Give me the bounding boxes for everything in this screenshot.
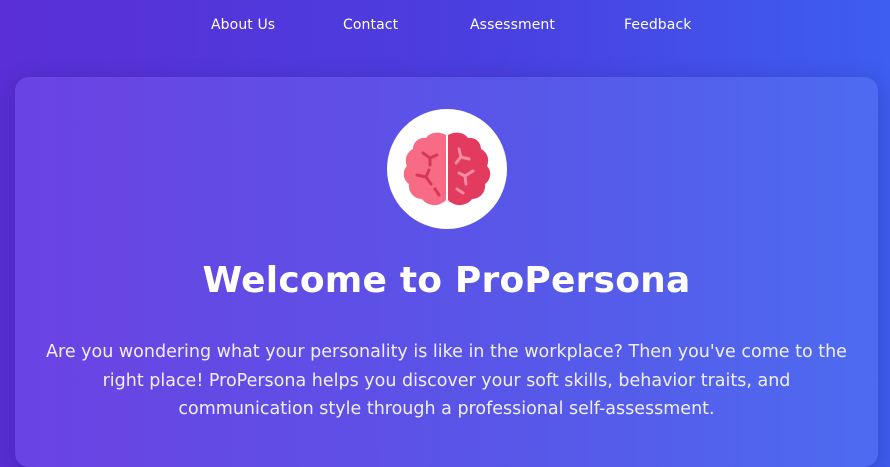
top-nav: About Us Contact Assessment Feedback	[0, 0, 890, 52]
nav-link-assessment[interactable]: Assessment	[470, 17, 555, 33]
brain-icon	[403, 132, 491, 206]
nav-link-about-us[interactable]: About Us	[211, 17, 275, 33]
nav-link-contact[interactable]: Contact	[343, 17, 398, 33]
intro-text: Are you wondering what your personality …	[46, 342, 847, 419]
hero-card: Welcome to ProPersona Are you wondering …	[15, 77, 878, 467]
nav-link-feedback[interactable]: Feedback	[624, 17, 691, 33]
logo-badge	[387, 109, 507, 229]
page-title: Welcome to ProPersona	[202, 260, 691, 301]
